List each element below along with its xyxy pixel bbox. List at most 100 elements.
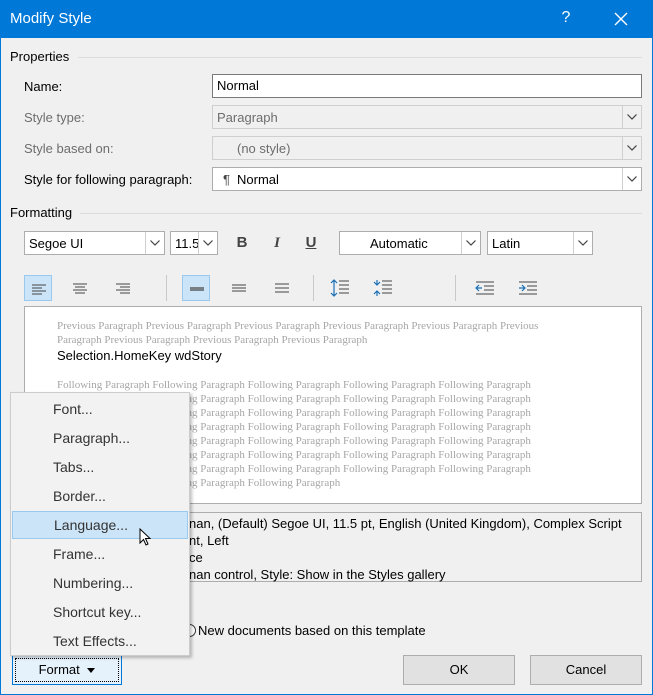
single-spacing-button[interactable] xyxy=(182,275,210,301)
based-on-select[interactable]: (no style) xyxy=(212,136,642,160)
font-color-value: Automatic xyxy=(370,236,428,251)
font-size-dropdown-button[interactable] xyxy=(198,232,217,254)
increase-spacing-icon xyxy=(330,279,349,297)
description-line: nt, Left xyxy=(189,533,229,548)
new-documents-label: New documents based on this template xyxy=(198,623,426,638)
ok-button[interactable]: OK xyxy=(403,655,515,685)
font-size-select[interactable]: 11.5 xyxy=(170,231,218,255)
menu-item-paragraph[interactable]: Paragraph... xyxy=(11,424,189,452)
cancel-button[interactable]: Cancel xyxy=(530,655,642,685)
format-menu: Font... Paragraph... Tabs... Border... L… xyxy=(10,392,190,656)
align-right-icon xyxy=(116,283,130,294)
preview-sample-text: Selection.HomeKey wdStory xyxy=(57,348,222,363)
increase-paragraph-spacing-button[interactable] xyxy=(326,275,354,301)
menu-item-language[interactable]: Language... xyxy=(12,511,188,539)
chevron-down-icon xyxy=(627,145,637,151)
decrease-paragraph-spacing-button[interactable] xyxy=(369,275,397,301)
formatting-divider xyxy=(80,213,642,214)
chevron-down-icon xyxy=(627,114,637,120)
based-on-value: (no style) xyxy=(237,141,291,156)
underline-button[interactable]: U xyxy=(297,230,325,256)
style-type-label: Style type: xyxy=(24,110,85,125)
window-title: Modify Style xyxy=(10,10,92,27)
menu-item-label: Tabs... xyxy=(53,459,95,475)
menu-item-border[interactable]: Border... xyxy=(11,482,189,510)
caret-down-icon xyxy=(87,668,96,674)
toolbar-separator xyxy=(313,275,314,301)
align-left-button[interactable] xyxy=(24,275,52,301)
menu-item-text-effects[interactable]: Text Effects... xyxy=(11,627,189,655)
name-input[interactable]: Normal xyxy=(212,74,642,98)
bold-button[interactable]: B xyxy=(228,230,256,256)
increase-indent-button[interactable] xyxy=(514,275,542,301)
description-line: ce xyxy=(189,550,203,565)
align-center-button[interactable] xyxy=(66,275,94,301)
italic-button[interactable]: I xyxy=(263,230,291,256)
format-button[interactable]: Format xyxy=(12,655,122,685)
chevron-down-icon xyxy=(627,176,637,182)
format-label: Format xyxy=(38,662,80,677)
based-on-label: Style based on: xyxy=(24,141,114,156)
style-type-select[interactable]: Paragraph xyxy=(212,105,642,129)
following-paragraph-label: Style for following paragraph: xyxy=(24,172,193,187)
menu-item-numbering[interactable]: Numbering... xyxy=(11,569,189,597)
preview-previous-paragraph: Previous Paragraph Previous Paragraph Pr… xyxy=(57,320,539,346)
menu-item-label: Font... xyxy=(53,401,93,417)
preview-following-line: Following Paragraph Following Paragraph … xyxy=(57,379,531,391)
menu-item-frame[interactable]: Frame... xyxy=(11,540,189,568)
one-half-spacing-button[interactable] xyxy=(225,275,253,301)
menu-item-font[interactable]: Font... xyxy=(11,395,189,423)
align-left-icon xyxy=(32,284,46,295)
font-size-value: 11.5 xyxy=(175,236,200,251)
menu-item-label: Frame... xyxy=(53,546,106,562)
font-select[interactable]: Segoe UI xyxy=(24,231,165,255)
double-spacing-icon xyxy=(275,283,289,293)
description-line: nan control, Style: Show in the Styles g… xyxy=(189,567,446,582)
menu-item-label: Text Effects... xyxy=(53,633,137,649)
increase-indent-icon xyxy=(519,281,537,295)
decrease-indent-icon xyxy=(475,281,494,295)
menu-item-shortcut-key[interactable]: Shortcut key... xyxy=(11,598,189,626)
decrease-spacing-icon xyxy=(373,280,392,296)
font-value: Segoe UI xyxy=(29,236,84,251)
font-dropdown-button[interactable] xyxy=(145,232,164,254)
font-color-select[interactable]: Automatic xyxy=(339,231,481,255)
name-label: Name: xyxy=(24,79,63,94)
following-paragraph-select[interactable]: ¶ Normal xyxy=(212,167,642,191)
close-icon xyxy=(614,12,628,26)
menu-item-label: Language... xyxy=(54,517,128,533)
close-button[interactable] xyxy=(604,4,638,34)
title-bar: Modify Style ? xyxy=(0,0,653,38)
mouse-cursor-icon xyxy=(139,528,151,546)
one-half-spacing-icon xyxy=(232,284,246,292)
align-right-button[interactable] xyxy=(109,275,137,301)
double-spacing-button[interactable] xyxy=(268,275,296,301)
menu-item-label: Shortcut key... xyxy=(53,604,142,620)
toolbar-separator xyxy=(455,275,456,301)
menu-item-label: Numbering... xyxy=(53,575,134,591)
formatting-heading: Formatting xyxy=(10,205,73,220)
single-spacing-icon xyxy=(190,287,204,291)
following-paragraph-value: Normal xyxy=(237,172,279,187)
style-type-value: Paragraph xyxy=(217,110,278,125)
menu-item-label: Paragraph... xyxy=(53,430,131,446)
help-button[interactable]: ? xyxy=(555,6,577,30)
script-dropdown-button[interactable] xyxy=(573,232,592,254)
menu-item-tabs[interactable]: Tabs... xyxy=(11,453,189,481)
font-color-dropdown-button[interactable] xyxy=(461,232,480,254)
menu-item-label: Border... xyxy=(53,488,106,504)
pilcrow-icon: ¶ xyxy=(223,172,230,187)
script-value: Latin xyxy=(492,236,521,251)
chevron-down-icon xyxy=(203,240,213,246)
chevron-down-icon xyxy=(466,240,476,246)
based-on-dropdown-button[interactable] xyxy=(622,137,641,159)
align-center-icon xyxy=(73,283,87,294)
description-line: nan, (Default) Segoe UI, 11.5 pt, Englis… xyxy=(189,516,622,531)
style-type-dropdown-button[interactable] xyxy=(622,106,641,128)
properties-heading: Properties xyxy=(10,49,70,64)
script-select[interactable]: Latin xyxy=(487,231,593,255)
following-paragraph-dropdown-button[interactable] xyxy=(622,168,641,190)
toolbar-separator xyxy=(166,275,167,301)
decrease-indent-button[interactable] xyxy=(471,275,499,301)
properties-divider xyxy=(78,57,642,58)
